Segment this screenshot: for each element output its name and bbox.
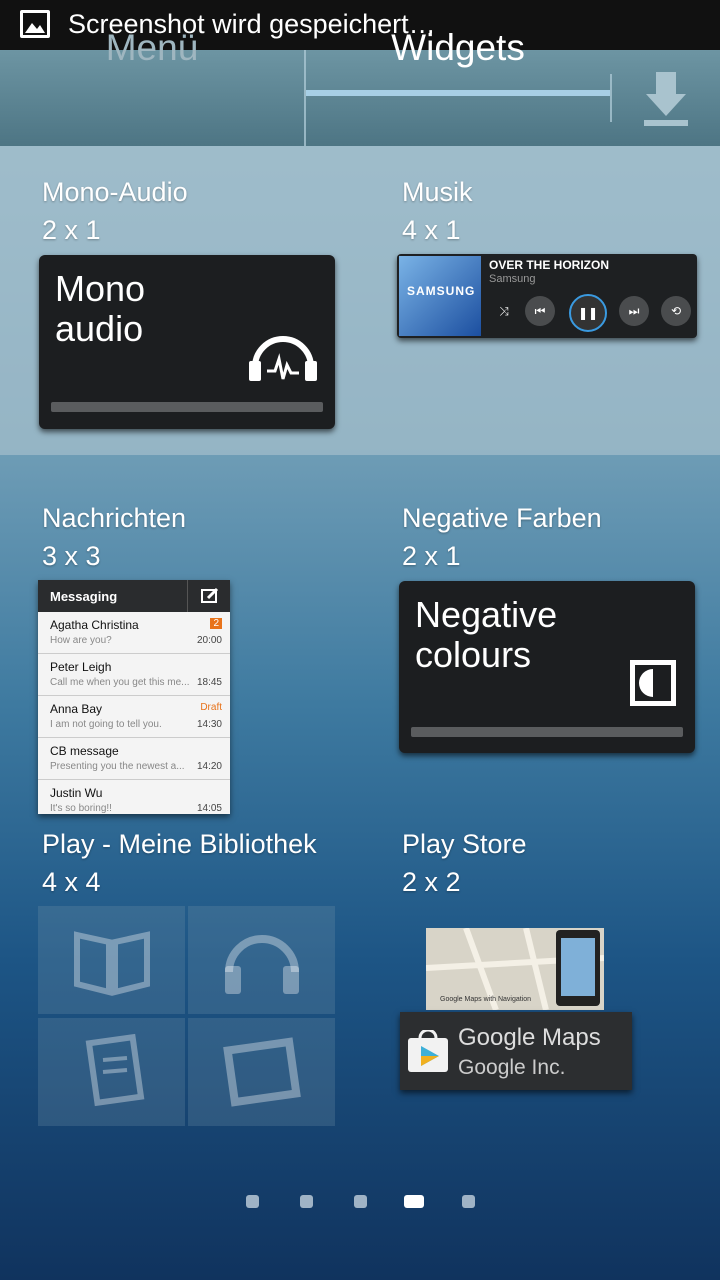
play-library-widget[interactable] bbox=[38, 906, 338, 1126]
page-dot[interactable] bbox=[300, 1195, 313, 1208]
messaging-header: Messaging bbox=[38, 580, 230, 612]
next-icon[interactable]: ⏭ bbox=[619, 296, 649, 326]
widget-label-musik: Musik 4 x 1 bbox=[402, 177, 473, 245]
list-item[interactable]: Peter Leigh Call me when you get this me… bbox=[38, 654, 230, 696]
magazine-icon bbox=[38, 1018, 185, 1126]
map-caption: Google Maps with Navigation bbox=[440, 996, 532, 1003]
download-button[interactable] bbox=[612, 50, 720, 146]
headphones-icon bbox=[249, 336, 317, 381]
store-publisher: Google Inc. bbox=[458, 1056, 566, 1079]
mono-audio-text: Mono audio bbox=[55, 268, 146, 349]
list-item[interactable]: Anna Bay Draft I am not going to tell yo… bbox=[38, 696, 230, 738]
widget-label-nachrichten: Nachrichten 3 x 3 bbox=[42, 503, 187, 571]
music-title: OVER THE HORIZON bbox=[489, 258, 610, 272]
film-icon bbox=[188, 1018, 335, 1126]
headphones-icon bbox=[188, 906, 335, 1014]
widget-label-mono-audio: Mono-Audio 2 x 1 bbox=[42, 177, 188, 245]
play-store-icon bbox=[408, 1030, 448, 1072]
mono-audio-widget[interactable]: Mono audio bbox=[39, 255, 335, 429]
negative-colours-bar bbox=[411, 727, 683, 737]
store-box: Google Maps Google Inc. bbox=[400, 1012, 632, 1090]
contrast-icon bbox=[630, 660, 676, 706]
page-dot[interactable] bbox=[354, 1195, 367, 1208]
widget-label-play-store: Play Store 2 x 2 bbox=[402, 829, 527, 897]
negative-colours-widget[interactable]: Negative colours bbox=[399, 581, 695, 753]
page-dot[interactable] bbox=[246, 1195, 259, 1208]
album-art: SAMSUNG bbox=[399, 256, 481, 336]
widget-label-negative-farben: Negative Farben 2 x 1 bbox=[402, 503, 602, 571]
music-widget[interactable]: SAMSUNG OVER THE HORIZON Samsung ⤨ ⏮ ❚❚ … bbox=[397, 254, 697, 338]
page-dot[interactable] bbox=[462, 1195, 475, 1208]
tab-widgets-label: Widgets bbox=[391, 27, 525, 68]
music-artist: Samsung bbox=[489, 273, 536, 285]
tab-menu[interactable]: Menü bbox=[0, 0, 304, 96]
download-icon bbox=[644, 72, 688, 126]
pause-icon[interactable]: ❚❚ bbox=[569, 294, 607, 332]
messaging-widget[interactable]: Messaging Agatha Christina 2 How are you… bbox=[38, 580, 230, 814]
page-dot-active[interactable] bbox=[404, 1195, 424, 1208]
list-item[interactable]: Agatha Christina 2 How are you? 20:00 bbox=[38, 612, 230, 654]
negative-colours-text: Negative colours bbox=[415, 594, 558, 675]
play-store-widget[interactable]: Google Maps with Navigation Google Maps … bbox=[400, 928, 632, 1094]
repeat-icon[interactable]: ⟲ bbox=[661, 296, 691, 326]
compose-icon[interactable] bbox=[187, 580, 230, 612]
list-item[interactable]: Justin Wu It's so boring!! 14:05 bbox=[38, 780, 230, 814]
shuffle-icon[interactable]: ⤨ bbox=[489, 296, 519, 326]
tab-underline bbox=[306, 90, 610, 96]
widget-label-play-bibliothek: Play - Meine Bibliothek 4 x 4 bbox=[42, 829, 317, 897]
book-icon bbox=[38, 906, 185, 1014]
previous-icon[interactable]: ⏮ bbox=[525, 296, 555, 326]
store-app-name: Google Maps bbox=[458, 1024, 601, 1051]
mono-audio-bar bbox=[51, 402, 323, 412]
tab-widgets[interactable]: Widgets bbox=[306, 0, 610, 96]
list-item[interactable]: CB message Presenting you the newest a..… bbox=[38, 738, 230, 780]
